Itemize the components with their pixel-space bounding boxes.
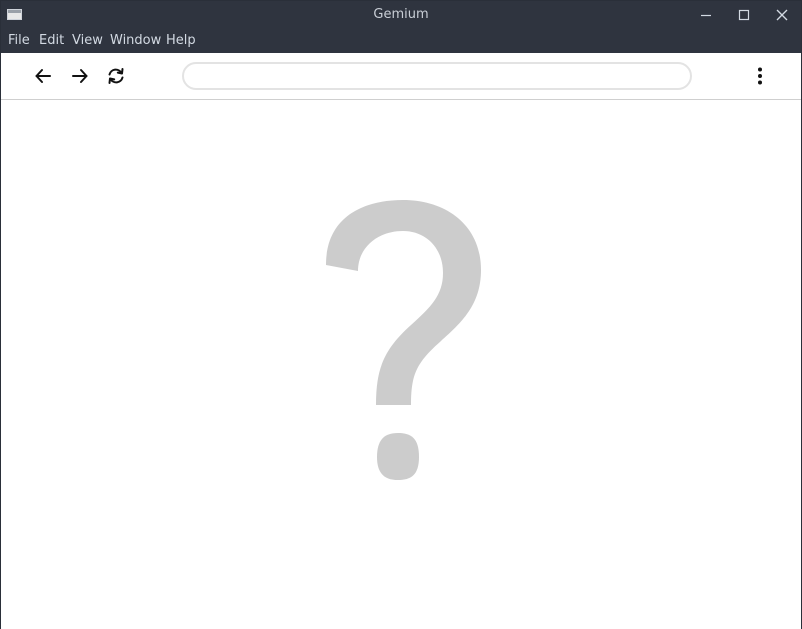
question-mark-icon: [326, 200, 481, 480]
kebab-menu-icon: [758, 67, 762, 85]
menu-window[interactable]: Window: [110, 33, 161, 48]
menu-help[interactable]: Help: [166, 33, 196, 48]
close-icon: [776, 9, 788, 21]
menu-edit[interactable]: Edit: [39, 33, 64, 48]
menu-file[interactable]: File: [8, 33, 30, 48]
menu-bar: File Edit View Window Help: [1, 29, 801, 53]
reload-button[interactable]: [105, 65, 127, 87]
menu-view[interactable]: View: [72, 33, 103, 48]
forward-button[interactable]: [69, 65, 91, 87]
reload-icon: [108, 68, 124, 84]
minimize-button[interactable]: [696, 5, 716, 25]
browser-toolbar: [1, 53, 801, 100]
browser-menu-button[interactable]: [749, 65, 771, 87]
address-bar[interactable]: [182, 62, 692, 90]
maximize-button[interactable]: [734, 5, 754, 25]
back-button[interactable]: [32, 65, 54, 87]
title-bar[interactable]: Gemium: [1, 1, 801, 29]
maximize-icon: [738, 9, 750, 21]
arrow-left-icon: [35, 69, 51, 83]
arrow-right-icon: [72, 69, 88, 83]
minimize-icon: [701, 14, 711, 17]
window-title: Gemium: [373, 7, 429, 22]
close-button[interactable]: [772, 5, 792, 25]
page-content-area[interactable]: [1, 100, 801, 629]
browser-window: Gemium File Edit View Window Help: [0, 0, 802, 629]
